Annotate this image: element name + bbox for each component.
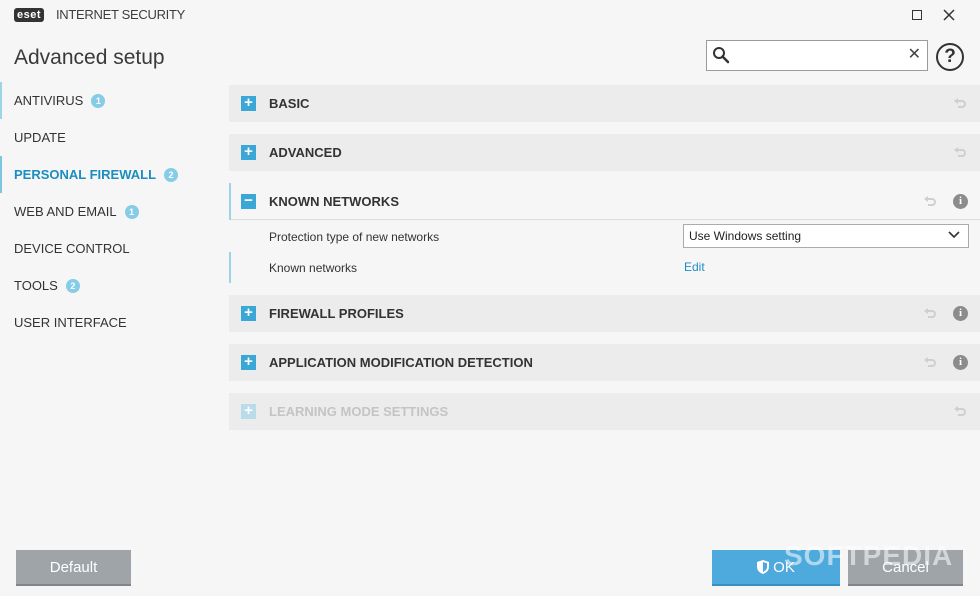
collapse-icon[interactable]: −: [241, 193, 256, 209]
search-input[interactable]: [735, 45, 905, 67]
sidebar-item-label: TOOLS: [14, 278, 58, 293]
notification-badge: 2: [164, 167, 179, 182]
select-value: Use Windows setting: [689, 229, 802, 243]
info-icon[interactable]: i: [953, 194, 968, 209]
section-learning-mode-settings[interactable]: + LEARNING MODE SETTINGS: [229, 393, 980, 430]
notification-badge: 1: [124, 204, 139, 219]
section-title: BASIC: [269, 96, 310, 111]
revert-icon: [954, 147, 966, 157]
section-basic[interactable]: + BASIC: [229, 85, 980, 122]
sidebar-item-antivirus[interactable]: ANTIVIRUS 1: [0, 82, 225, 119]
chevron-down-icon: [948, 231, 960, 239]
revert-icon: [954, 406, 966, 416]
setting-label: Protection type of new networks: [269, 230, 440, 244]
sidebar-item-label: USER INTERFACE: [14, 315, 127, 330]
default-button-label: Default: [49, 558, 98, 576]
search-icon: [713, 47, 730, 64]
section-title: FIREWALL PROFILES: [269, 306, 404, 321]
notification-badge: 1: [91, 93, 106, 108]
edit-known-networks-link[interactable]: Edit: [684, 260, 705, 274]
title-bar: eset INTERNET SECURITY: [0, 0, 980, 32]
shield-icon: [757, 560, 770, 574]
close-icon: [943, 9, 955, 21]
revert-icon: [924, 308, 936, 318]
info-icon[interactable]: i: [953, 306, 968, 321]
sidebar-item-device-control[interactable]: DEVICE CONTROL: [0, 230, 225, 267]
setting-row-known-networks: Known networks Edit: [229, 252, 980, 283]
expand-icon[interactable]: +: [241, 354, 256, 370]
revert-icon: [924, 357, 936, 367]
sidebar-item-label: ANTIVIRUS: [14, 93, 84, 108]
maximize-icon: [912, 10, 922, 20]
page-title: Advanced setup: [14, 46, 165, 69]
expand-icon[interactable]: +: [241, 144, 256, 160]
expand-icon[interactable]: +: [241, 305, 256, 321]
section-title: ADVANCED: [269, 145, 342, 160]
sidebar-item-label: WEB AND EMAIL: [14, 204, 117, 219]
setting-label: Known networks: [269, 261, 358, 275]
sidebar-item-personal-firewall[interactable]: PERSONAL FIREWALL 2: [0, 156, 225, 193]
help-icon[interactable]: ?: [936, 43, 964, 71]
default-button[interactable]: Default: [16, 550, 131, 586]
sidebar-item-web-and-email[interactable]: WEB AND EMAIL 1: [0, 193, 225, 230]
sidebar-item-label: DEVICE CONTROL: [14, 241, 130, 256]
revert-icon: [924, 196, 936, 206]
sidebar-item-label: UPDATE: [14, 130, 66, 145]
notification-badge: 2: [65, 278, 80, 293]
sidebar-item-user-interface[interactable]: USER INTERFACE: [0, 304, 225, 341]
sidebar-item-tools[interactable]: TOOLS 2: [0, 267, 225, 304]
close-button[interactable]: [936, 4, 962, 26]
sidebar: ANTIVIRUS 1 UPDATE PERSONAL FIREWALL 2 W…: [0, 82, 225, 341]
section-title: LEARNING MODE SETTINGS: [269, 404, 449, 419]
maximize-button[interactable]: [904, 4, 930, 26]
search-box[interactable]: ✕: [706, 40, 928, 71]
section-title: APPLICATION MODIFICATION DETECTION: [269, 355, 533, 370]
info-icon[interactable]: i: [953, 355, 968, 370]
section-firewall-profiles[interactable]: + FIREWALL PROFILES i: [229, 295, 980, 332]
eset-logo: eset: [14, 8, 45, 22]
sidebar-item-label: PERSONAL FIREWALL: [14, 167, 157, 182]
watermark: SOFTPEDIA: [784, 540, 954, 571]
sidebar-item-update[interactable]: UPDATE: [0, 119, 225, 156]
protection-type-select[interactable]: Use Windows setting: [683, 224, 969, 248]
expand-icon[interactable]: +: [241, 95, 256, 111]
section-known-networks[interactable]: − KNOWN NETWORKS i: [229, 183, 980, 220]
product-name: INTERNET SECURITY: [56, 7, 186, 22]
section-application-modification-detection[interactable]: + APPLICATION MODIFICATION DETECTION i: [229, 344, 980, 381]
clear-search-icon[interactable]: ✕: [908, 46, 921, 64]
section-advanced[interactable]: + ADVANCED: [229, 134, 980, 171]
section-title: KNOWN NETWORKS: [269, 194, 399, 209]
revert-icon: [954, 98, 966, 108]
setting-row-protection-type: Protection type of new networks Use Wind…: [229, 221, 980, 252]
expand-icon[interactable]: +: [241, 403, 256, 419]
